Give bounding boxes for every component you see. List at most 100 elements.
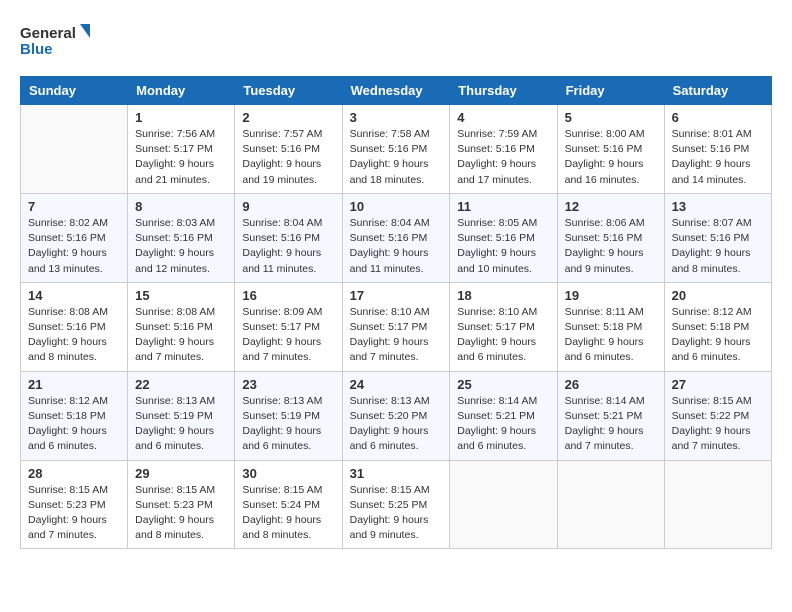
day-number: 17 <box>350 288 443 303</box>
day-number: 25 <box>457 377 549 392</box>
calendar-cell: 7Sunrise: 8:02 AMSunset: 5:16 PMDaylight… <box>21 193 128 282</box>
calendar-cell: 19Sunrise: 8:11 AMSunset: 5:18 PMDayligh… <box>557 282 664 371</box>
day-info: Sunrise: 8:14 AMSunset: 5:21 PMDaylight:… <box>565 394 657 455</box>
calendar-cell: 26 Sunrise: 8:14 AMSunset: 5:21 PMDayligh… <box>557 371 664 460</box>
svg-text:General: General <box>20 25 76 42</box>
calendar-cell: 17 Sunrise: 8:10 AMSunset: 5:17 PMDayligh… <box>342 282 450 371</box>
day-info: Sunrise: 8:15 AMSunset: 5:23 PMDaylight:… <box>135 483 227 544</box>
day-info: Sunrise: 7:57 AMSunset: 5:16 PMDaylight:… <box>242 127 334 188</box>
day-info: Sunrise: 7:58 AMSunset: 5:16 PMDaylight:… <box>350 127 443 188</box>
calendar-cell: 9Sunrise: 8:04 AMSunset: 5:16 PMDaylight… <box>235 193 342 282</box>
day-number: 2 <box>242 110 334 125</box>
day-info: Sunrise: 8:15 AMSunset: 5:22 PMDaylight:… <box>672 394 764 455</box>
day-number: 23 <box>242 377 334 392</box>
calendar-cell: 4 Sunrise: 7:59 AMSunset: 5:16 PMDaylight… <box>450 105 557 194</box>
day-number: 20 <box>672 288 764 303</box>
col-header-saturday: Saturday <box>664 77 771 105</box>
day-info: Sunrise: 7:59 AMSunset: 5:16 PMDaylight:… <box>457 127 549 188</box>
day-number: 3 <box>350 110 443 125</box>
svg-text:Blue: Blue <box>20 41 53 58</box>
day-number: 22 <box>135 377 227 392</box>
day-number: 11 <box>457 199 549 214</box>
day-info: Sunrise: 8:12 AMSunset: 5:18 PMDaylight:… <box>672 305 764 366</box>
day-info: Sunrise: 8:01 AMSunset: 5:16 PMDaylight:… <box>672 127 764 188</box>
day-number: 9 <box>242 199 334 214</box>
calendar-cell: 29 Sunrise: 8:15 AMSunset: 5:23 PMDayligh… <box>128 460 235 549</box>
day-number: 26 <box>565 377 657 392</box>
logo-svg: General Blue <box>20 20 90 60</box>
day-info: Sunrise: 8:04 AMSunset: 5:16 PMDaylight:… <box>350 216 443 277</box>
day-info: Sunrise: 8:15 AMSunset: 5:25 PMDaylight:… <box>350 483 443 544</box>
calendar-cell <box>450 460 557 549</box>
calendar-week-5: 28 Sunrise: 8:15 AMSunset: 5:23 PMDayligh… <box>21 460 772 549</box>
day-info: Sunrise: 8:08 AMSunset: 5:16 PMDaylight:… <box>28 305 120 366</box>
day-number: 19 <box>565 288 657 303</box>
col-header-sunday: Sunday <box>21 77 128 105</box>
calendar-cell: 21 Sunrise: 8:12 AMSunset: 5:18 PMDayligh… <box>21 371 128 460</box>
day-number: 4 <box>457 110 549 125</box>
calendar-cell: 27 Sunrise: 8:15 AMSunset: 5:22 PMDayligh… <box>664 371 771 460</box>
day-number: 13 <box>672 199 764 214</box>
calendar-cell: 1 Sunrise: 7:56 AMSunset: 5:17 PMDaylight… <box>128 105 235 194</box>
day-info: Sunrise: 8:13 AMSunset: 5:20 PMDaylight:… <box>350 394 443 455</box>
day-info: Sunrise: 8:10 AMSunset: 5:17 PMDaylight:… <box>457 305 549 366</box>
calendar-cell: 10 Sunrise: 8:04 AMSunset: 5:16 PMDayligh… <box>342 193 450 282</box>
calendar-cell: 2 Sunrise: 7:57 AMSunset: 5:16 PMDaylight… <box>235 105 342 194</box>
day-number: 28 <box>28 466 120 481</box>
calendar-header-row: SundayMondayTuesdayWednesdayThursdayFrid… <box>21 77 772 105</box>
day-number: 29 <box>135 466 227 481</box>
calendar-cell: 28Sunrise: 8:15 AMSunset: 5:23 PMDayligh… <box>21 460 128 549</box>
logo: General Blue <box>20 20 90 60</box>
calendar-week-4: 21 Sunrise: 8:12 AMSunset: 5:18 PMDayligh… <box>21 371 772 460</box>
day-number: 27 <box>672 377 764 392</box>
day-number: 8 <box>135 199 227 214</box>
calendar-cell: 15Sunrise: 8:08 AMSunset: 5:16 PMDayligh… <box>128 282 235 371</box>
calendar-cell: 11 Sunrise: 8:05 AMSunset: 5:16 PMDayligh… <box>450 193 557 282</box>
calendar-cell: 6Sunrise: 8:01 AMSunset: 5:16 PMDaylight… <box>664 105 771 194</box>
day-number: 30 <box>242 466 334 481</box>
calendar-week-3: 14 Sunrise: 8:08 AMSunset: 5:16 PMDayligh… <box>21 282 772 371</box>
calendar-cell: 8 Sunrise: 8:03 AMSunset: 5:16 PMDaylight… <box>128 193 235 282</box>
day-number: 15 <box>135 288 227 303</box>
col-header-friday: Friday <box>557 77 664 105</box>
day-number: 10 <box>350 199 443 214</box>
day-number: 16 <box>242 288 334 303</box>
page-header: General Blue <box>20 20 772 60</box>
calendar-cell: 31 Sunrise: 8:15 AMSunset: 5:25 PMDayligh… <box>342 460 450 549</box>
day-number: 1 <box>135 110 227 125</box>
day-info: Sunrise: 8:07 AMSunset: 5:16 PMDaylight:… <box>672 216 764 277</box>
calendar-table: SundayMondayTuesdayWednesdayThursdayFrid… <box>20 76 772 549</box>
calendar-week-2: 7Sunrise: 8:02 AMSunset: 5:16 PMDaylight… <box>21 193 772 282</box>
day-info: Sunrise: 8:03 AMSunset: 5:16 PMDaylight:… <box>135 216 227 277</box>
day-number: 31 <box>350 466 443 481</box>
day-info: Sunrise: 8:10 AMSunset: 5:17 PMDaylight:… <box>350 305 443 366</box>
calendar-cell: 3 Sunrise: 7:58 AMSunset: 5:16 PMDaylight… <box>342 105 450 194</box>
calendar-cell <box>557 460 664 549</box>
calendar-cell: 23 Sunrise: 8:13 AMSunset: 5:19 PMDayligh… <box>235 371 342 460</box>
calendar-cell: 22 Sunrise: 8:13 AMSunset: 5:19 PMDayligh… <box>128 371 235 460</box>
col-header-thursday: Thursday <box>450 77 557 105</box>
day-number: 21 <box>28 377 120 392</box>
calendar-cell: 18 Sunrise: 8:10 AMSunset: 5:17 PMDayligh… <box>450 282 557 371</box>
day-info: Sunrise: 8:13 AMSunset: 5:19 PMDaylight:… <box>135 394 227 455</box>
day-info: Sunrise: 8:06 AMSunset: 5:16 PMDaylight:… <box>565 216 657 277</box>
day-info: Sunrise: 8:00 AMSunset: 5:16 PMDaylight:… <box>565 127 657 188</box>
calendar-cell <box>21 105 128 194</box>
day-number: 24 <box>350 377 443 392</box>
day-info: Sunrise: 8:14 AMSunset: 5:21 PMDaylight:… <box>457 394 549 455</box>
day-info: Sunrise: 8:05 AMSunset: 5:16 PMDaylight:… <box>457 216 549 277</box>
calendar-cell <box>664 460 771 549</box>
calendar-cell: 20 Sunrise: 8:12 AMSunset: 5:18 PMDayligh… <box>664 282 771 371</box>
day-info: Sunrise: 8:15 AMSunset: 5:24 PMDaylight:… <box>242 483 334 544</box>
day-info: Sunrise: 7:56 AMSunset: 5:17 PMDaylight:… <box>135 127 227 188</box>
calendar-cell: 5Sunrise: 8:00 AMSunset: 5:16 PMDaylight… <box>557 105 664 194</box>
day-number: 12 <box>565 199 657 214</box>
day-info: Sunrise: 8:13 AMSunset: 5:19 PMDaylight:… <box>242 394 334 455</box>
calendar-cell: 25 Sunrise: 8:14 AMSunset: 5:21 PMDayligh… <box>450 371 557 460</box>
day-info: Sunrise: 8:12 AMSunset: 5:18 PMDaylight:… <box>28 394 120 455</box>
col-header-monday: Monday <box>128 77 235 105</box>
day-number: 14 <box>28 288 120 303</box>
calendar-cell: 16Sunrise: 8:09 AMSunset: 5:17 PMDayligh… <box>235 282 342 371</box>
calendar-cell: 24 Sunrise: 8:13 AMSunset: 5:20 PMDayligh… <box>342 371 450 460</box>
day-number: 18 <box>457 288 549 303</box>
